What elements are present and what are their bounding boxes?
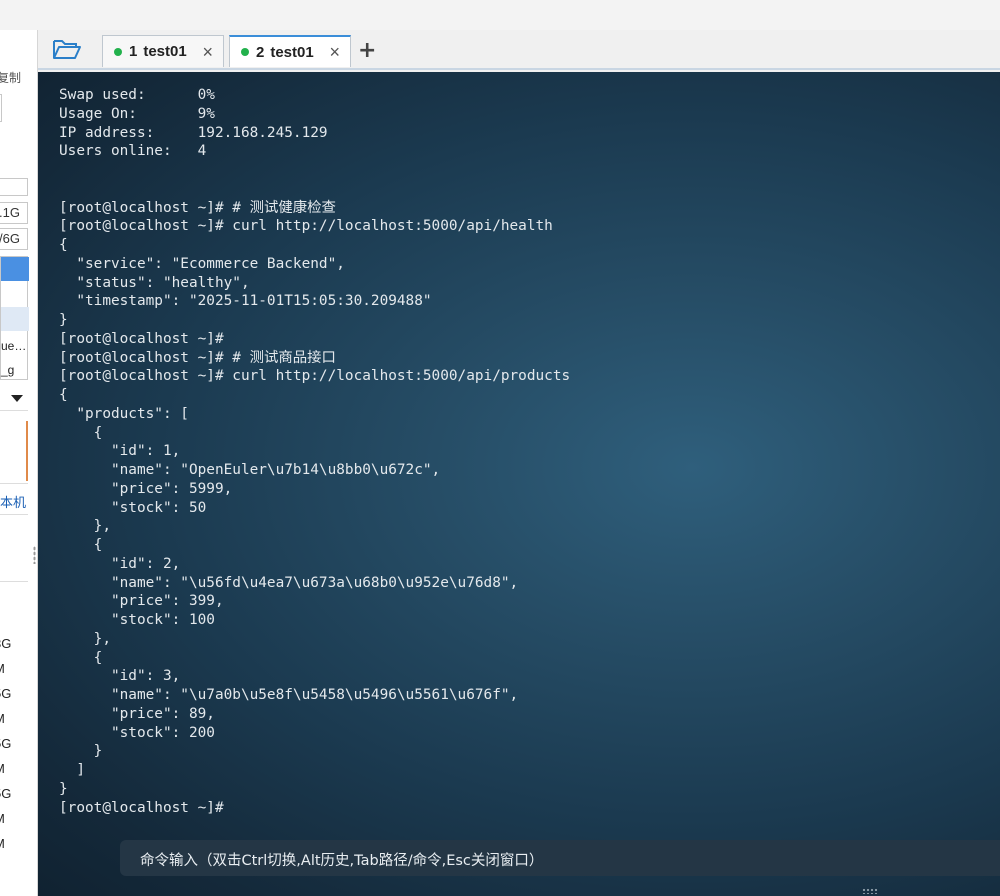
terminal-line: {	[59, 237, 68, 253]
disk-usage-box: .1G	[0, 202, 28, 224]
disk-value: .1G	[0, 205, 20, 220]
terminal-line: {	[59, 537, 103, 553]
terminal-line: "stock": 200	[59, 724, 215, 741]
terminal-line: Users online: 4	[59, 143, 207, 160]
terminal-line: [root@localhost ~]# curl http://localhos…	[59, 218, 553, 235]
terminal-line: "id": 3,	[59, 668, 181, 685]
terminal-line: "name": "OpenEuler\u7b14\u8bb0\u672c",	[59, 462, 441, 478]
resize-grip-icon[interactable]	[862, 888, 878, 894]
connected-status-icon	[114, 47, 122, 56]
mini-graph	[0, 410, 28, 484]
terminal-line: ]	[59, 762, 85, 778]
list-item[interactable]: 5G	[0, 682, 30, 707]
sidebar-input[interactable]	[0, 94, 2, 122]
list-item[interactable]: 5G	[0, 732, 30, 757]
terminal-line: Usage On: 9%	[59, 105, 215, 122]
terminal-line: "id": 2,	[59, 555, 181, 572]
terminal-output[interactable]: Swap used: 0% Usage On: 9% IP address: 192…	[38, 72, 1000, 896]
terminal-line: }	[59, 312, 68, 328]
terminal-line: "stock": 100	[59, 612, 215, 628]
list-item[interactable]: 5G	[0, 782, 30, 807]
list-item[interactable]: M	[0, 707, 30, 732]
terminal-line: [root@localhost ~]#	[59, 330, 224, 347]
list-item[interactable]: ue…	[1, 339, 26, 353]
terminal-line: IP address: 192.168.245.129	[59, 124, 328, 141]
command-input-hint: 命令输入（双击Ctrl切换,Alt历史,Tab路径/命令,Esc关闭窗口）	[140, 853, 544, 869]
terminal-line: "price": 5999,	[59, 480, 233, 497]
terminal-line: [root@localhost ~]# curl http://localhos…	[59, 368, 571, 385]
left-sidebar: 复制 .1G /6G ue… _g 本机 3G M 5G M 5G M 5G M…	[0, 30, 38, 896]
list-item[interactable]: M	[0, 832, 30, 857]
terminal-line: Swap used: 0%	[59, 87, 215, 103]
tab-label: test01	[270, 43, 314, 61]
terminal-line: [root@localhost ~]# # 测试商品接口	[59, 349, 336, 366]
panel-resize-handle[interactable]	[33, 546, 36, 564]
list-item[interactable]: 3G	[0, 632, 30, 657]
sidebar-chart-area	[0, 514, 28, 582]
list-item[interactable]: _g	[1, 363, 14, 377]
tab-label: test01	[143, 43, 187, 60]
sidebar-search-field[interactable]	[0, 178, 28, 196]
terminal-line: {	[59, 387, 68, 403]
list-item[interactable]: M	[0, 657, 30, 682]
new-tab-button[interactable]: +	[358, 38, 376, 63]
tab-index: 1	[129, 43, 138, 60]
terminal-line: "price": 89,	[59, 705, 215, 722]
memory-usage-box: /6G	[0, 228, 28, 250]
local-link[interactable]: 本机	[0, 492, 26, 511]
sidebar-list: ue… _g	[0, 256, 29, 380]
chevron-down-icon[interactable]	[10, 394, 24, 404]
tab-index: 2	[256, 43, 265, 61]
session-tab-bar: 1 test01 × 2 test01 × +	[38, 30, 1000, 70]
memory-value: /6G	[0, 231, 20, 246]
terminal-line: }	[59, 780, 68, 797]
folder-open-icon	[53, 40, 81, 59]
window-top-strip	[0, 0, 1000, 30]
terminal-line: {	[59, 424, 103, 441]
terminal-line: },	[59, 518, 111, 535]
terminal-line: "name": "\u56fd\u4ea7\u673a\u68b0\u952e\…	[59, 574, 519, 591]
list-item[interactable]: M	[0, 757, 30, 782]
terminal-line: "stock": 50	[59, 499, 207, 516]
tab-session-1[interactable]: 1 test01 ×	[102, 35, 224, 67]
terminal-line: "service": "Ecommerce Backend",	[59, 255, 345, 272]
close-icon[interactable]: ×	[329, 43, 340, 61]
tab-session-2[interactable]: 2 test01 ×	[229, 35, 351, 67]
command-input-bar[interactable]: 命令输入（双击Ctrl切换,Alt历史,Tab路径/命令,Esc关闭窗口）	[120, 840, 1000, 876]
list-item-highlight[interactable]	[1, 307, 29, 331]
connected-status-icon	[241, 48, 249, 56]
terminal-line: },	[59, 630, 111, 647]
open-session-button[interactable]	[52, 37, 86, 63]
terminal-text: Swap used: 0% Usage On: 9% IP address: 192…	[59, 86, 570, 817]
size-list: 3G M 5G M 5G M 5G M M	[0, 596, 30, 896]
close-icon[interactable]: ×	[202, 43, 213, 61]
terminal-line: [root@localhost ~]#	[59, 799, 224, 816]
terminal-line: }	[59, 743, 103, 760]
terminal-line: {	[59, 649, 103, 666]
terminal-line: [root@localhost ~]# # 测试健康检查	[59, 199, 336, 216]
terminal-line: "price": 399,	[59, 593, 224, 610]
terminal-line: "status": "healthy",	[59, 274, 250, 291]
terminal-line: "timestamp": "2025-11-01T15:05:30.209488…	[59, 293, 432, 310]
list-item-selected[interactable]	[1, 257, 29, 281]
plus-icon: +	[358, 38, 377, 63]
terminal-line: "id": 1,	[59, 443, 181, 460]
terminal-line: "name": "\u7a0b\u5e8f\u5458\u5496\u5561\…	[59, 687, 519, 703]
terminal-line: "products": [	[59, 405, 189, 422]
list-item[interactable]: M	[0, 807, 30, 832]
copy-label[interactable]: 复制	[0, 69, 21, 86]
